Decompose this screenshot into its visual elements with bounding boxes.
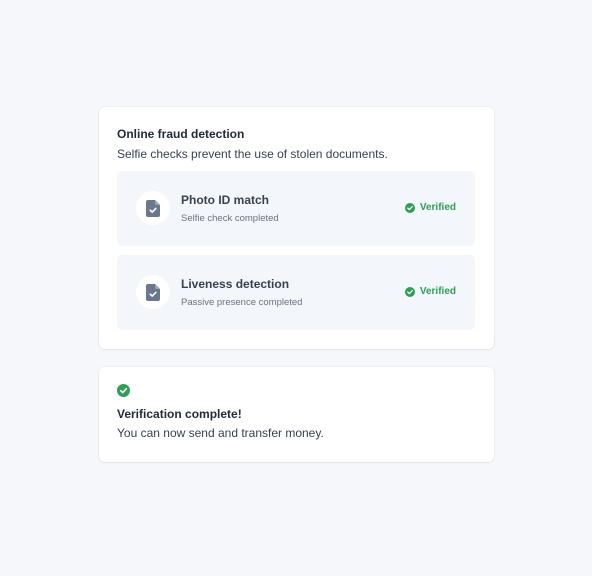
status-badge: Verified (404, 202, 456, 214)
status-label: Verified (419, 202, 456, 213)
check-item-description: Selfie check completed (181, 213, 279, 224)
status-label: Verified (419, 286, 456, 297)
verification-complete-card: Verification complete! You can now send … (99, 367, 494, 462)
check-circle-icon (117, 384, 130, 397)
document-icon-circle (136, 275, 170, 309)
verification-complete-message: You can now send and transfer money. (117, 426, 324, 440)
verification-complete-title: Verification complete! (117, 407, 242, 421)
check-item-title: Liveness detection (181, 277, 290, 291)
check-item-description: Passive presence completed (181, 297, 303, 308)
document-check-icon (146, 283, 160, 301)
fraud-detection-title: Online fraud detection (117, 127, 245, 141)
fraud-detection-subtitle: Selfie checks prevent the use of stolen … (117, 147, 388, 161)
fraud-detection-card: Online fraud detection Selfie checks pre… (99, 107, 494, 349)
check-item-photo-id: Photo ID match Selfie check completed Ve… (117, 171, 475, 246)
check-item-liveness: Liveness detection Passive presence comp… (117, 255, 475, 330)
document-check-icon (146, 199, 160, 217)
check-circle-icon (404, 287, 415, 297)
check-circle-icon (404, 203, 415, 213)
check-item-title: Photo ID match (181, 193, 270, 207)
document-icon-circle (136, 191, 170, 225)
status-badge: Verified (404, 286, 456, 298)
